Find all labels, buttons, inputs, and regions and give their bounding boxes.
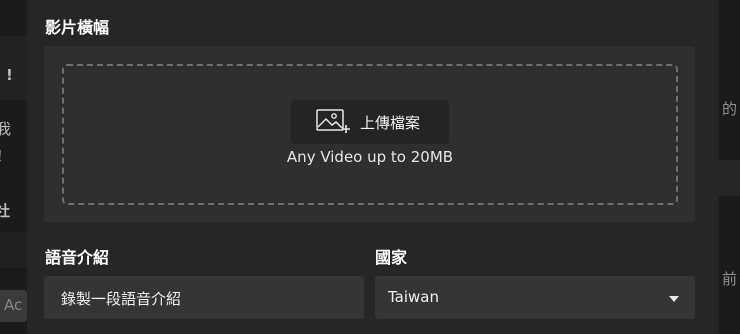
background-page-left: ! 我 ！ 社 Ac xyxy=(0,0,27,334)
voice-intro-title: 語音介紹 xyxy=(45,248,110,267)
upload-size-hint: Any Video up to 20MB xyxy=(286,148,454,166)
background-band xyxy=(719,160,740,196)
background-text: Ac xyxy=(4,296,23,314)
voice-intro-value: 錄製一段語音介紹 xyxy=(61,290,182,308)
background-text: 我 xyxy=(0,120,12,138)
background-band xyxy=(0,36,27,100)
add-image-icon xyxy=(316,109,352,135)
country-title: 國家 xyxy=(375,248,408,267)
background-text: 社 xyxy=(0,202,11,220)
upload-file-label: 上傳檔案 xyxy=(360,114,421,132)
background-text: 的 xyxy=(722,100,738,118)
background-text: 前 xyxy=(722,270,738,288)
background-page-right: 的 前 xyxy=(719,0,740,334)
background-button: Ac xyxy=(0,290,27,322)
video-banner-title: 影片橫幅 xyxy=(45,18,110,37)
country-selected-value: Taiwan xyxy=(388,288,440,306)
country-select[interactable]: Taiwan xyxy=(375,276,695,319)
chevron-down-icon xyxy=(669,296,679,302)
voice-intro-field[interactable]: 錄製一段語音介紹 xyxy=(44,276,364,319)
background-text: ! xyxy=(6,66,13,84)
upload-file-button[interactable]: 上傳檔案 xyxy=(291,100,449,144)
background-text: ！ xyxy=(0,145,11,166)
profile-edit-modal: 影片橫幅 上傳檔案 Any Video up to 20MB 語音介紹 錄製一段… xyxy=(27,0,719,334)
background-band xyxy=(0,232,27,268)
